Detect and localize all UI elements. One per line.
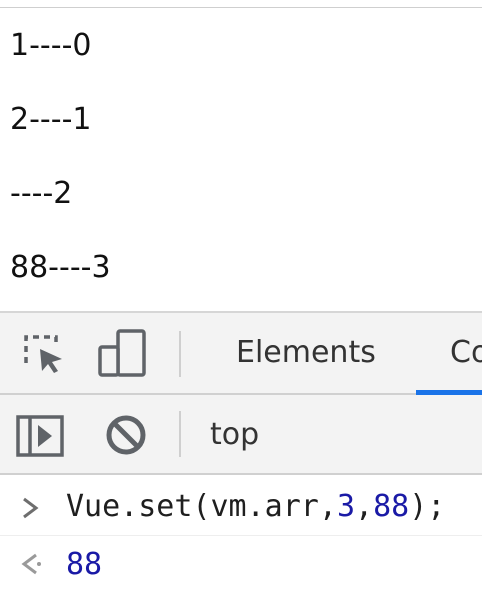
clear-console-icon[interactable] <box>104 413 148 457</box>
output-line: 2----1 <box>10 102 92 137</box>
console-messages: Vue.set(vm.arr,3,88); 88 <box>0 475 482 599</box>
sidebar-toggle-icon[interactable] <box>16 415 64 457</box>
devtools-panel: Elements Co top Vue.set(vm.arr,3,88); 88 <box>0 311 482 599</box>
browser-page: 1----0 2----1 ----2 88----3 Elements Co <box>0 0 482 599</box>
console-command[interactable]: Vue.set(vm.arr,3,88); <box>66 487 445 527</box>
command-value-arg: 88 <box>373 489 410 524</box>
command-index-arg: 3 <box>336 489 355 524</box>
message-divider <box>0 535 482 536</box>
toolbar-separator <box>179 411 181 457</box>
console-input-row: Vue.set(vm.arr,3,88); <box>0 485 482 539</box>
page-output: 1----0 2----1 ----2 88----3 <box>10 26 470 322</box>
tab-elements[interactable]: Elements <box>236 335 376 370</box>
console-result-value[interactable]: 88 <box>66 545 102 585</box>
output-line: 1----0 <box>10 28 92 63</box>
input-prompt-icon <box>20 491 42 525</box>
tab-console[interactable]: Co <box>450 335 482 370</box>
console-result-row: 88 <box>0 541 482 595</box>
command-suffix: ); <box>409 489 446 524</box>
device-toolbar-icon[interactable] <box>98 329 146 377</box>
context-selector[interactable]: top <box>210 417 259 452</box>
inspect-element-icon[interactable] <box>20 329 68 377</box>
devtools-tabbar: Elements Co <box>0 313 482 395</box>
console-toolbar: top <box>0 395 482 475</box>
toolbar-separator <box>179 331 181 377</box>
result-arrow-icon <box>20 547 42 581</box>
command-comma: , <box>355 489 374 524</box>
page-top-divider <box>0 0 482 8</box>
command-prefix: Vue.set(vm.arr, <box>66 489 337 524</box>
output-line: ----2 <box>10 176 73 211</box>
